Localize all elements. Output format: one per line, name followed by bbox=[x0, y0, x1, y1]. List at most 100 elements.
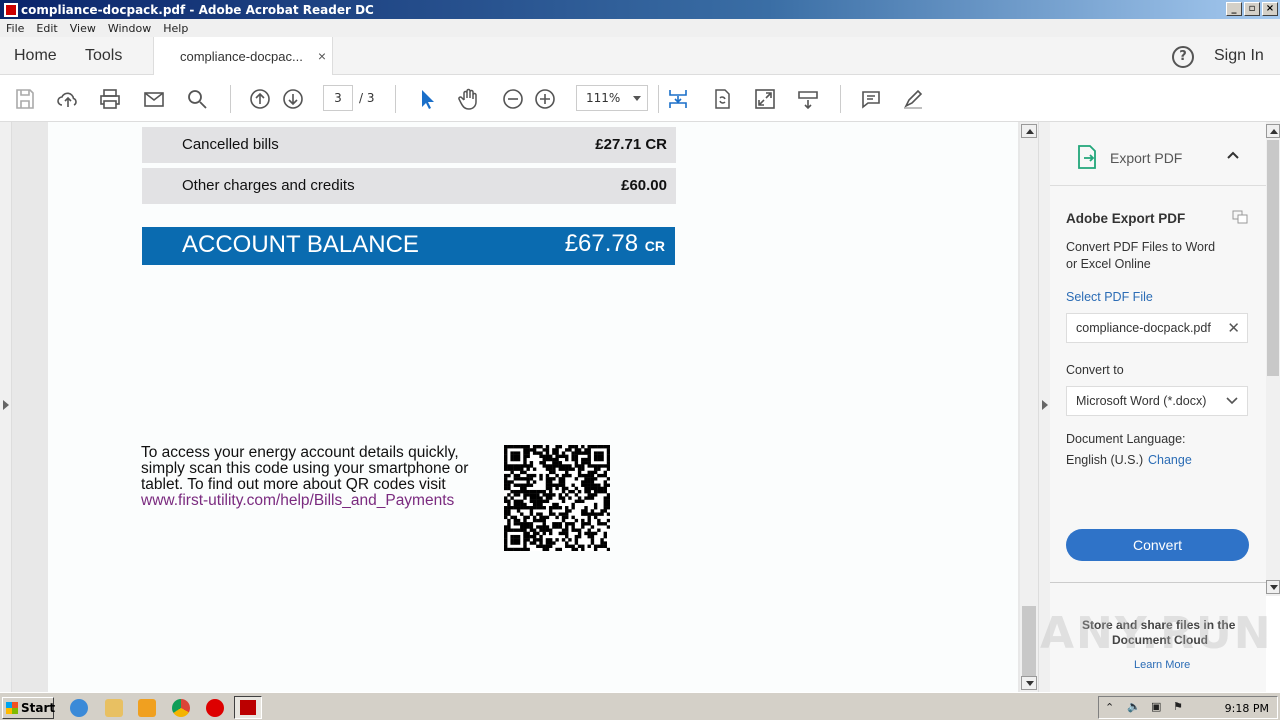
row-label: Other charges and credits bbox=[182, 177, 355, 194]
zoom-in-icon[interactable] bbox=[533, 87, 557, 111]
volume-icon[interactable]: 🔈 bbox=[1127, 700, 1141, 713]
close-button[interactable]: × bbox=[1262, 2, 1278, 16]
document-viewport[interactable]: Cancelled bills £27.71 CR Other charges … bbox=[0, 122, 1020, 692]
zoom-value: 111% bbox=[586, 91, 621, 105]
account-balance-bar: ACCOUNT BALANCE £67.78 CR bbox=[142, 227, 675, 265]
print-icon[interactable] bbox=[98, 87, 122, 111]
comment-icon[interactable] bbox=[859, 87, 883, 111]
opera-icon[interactable] bbox=[206, 699, 224, 717]
chevron-down-icon bbox=[1226, 397, 1238, 405]
export-pdf-panel: Export PDF Adobe Export PDF Convert PDF … bbox=[1050, 122, 1266, 692]
sign-in-link[interactable]: Sign In bbox=[1214, 47, 1264, 65]
remove-file-icon[interactable]: ✕ bbox=[1227, 319, 1240, 337]
menu-bar: File Edit View Window Help bbox=[0, 19, 1280, 37]
hand-tool-icon[interactable] bbox=[457, 87, 481, 111]
panel-scroll-down[interactable] bbox=[1266, 580, 1280, 594]
next-page-icon[interactable] bbox=[281, 87, 305, 111]
panel-scroll-thumb[interactable] bbox=[1267, 140, 1279, 376]
tab-home[interactable]: Home bbox=[14, 47, 57, 65]
panel-scrollbar[interactable] bbox=[1266, 122, 1280, 596]
flag-icon[interactable]: ⚑ bbox=[1173, 700, 1183, 713]
window-title: compliance-docpack.pdf - Adobe Acrobat R… bbox=[21, 2, 374, 17]
help-icon[interactable]: ? bbox=[1172, 46, 1194, 68]
upload-cloud-icon[interactable] bbox=[56, 87, 80, 111]
tab-bar: Home Tools compliance-docpac... × ? Sign… bbox=[0, 37, 1280, 75]
right-panel-toggle[interactable] bbox=[1038, 122, 1050, 692]
export-heading: Adobe Export PDF bbox=[1066, 211, 1186, 226]
acrobat-icon bbox=[240, 700, 256, 715]
tray-expand-icon[interactable]: ⌃ bbox=[1105, 701, 1114, 714]
page-number-input[interactable]: 3 bbox=[323, 85, 353, 111]
change-language-link[interactable]: Change bbox=[1148, 453, 1192, 467]
learn-more-link[interactable]: Learn More bbox=[1134, 659, 1190, 671]
fit-page-icon[interactable] bbox=[666, 87, 690, 111]
row-amount: £27.71 CR bbox=[595, 136, 667, 153]
media-player-icon[interactable] bbox=[138, 699, 156, 717]
folder-icon[interactable] bbox=[105, 699, 123, 717]
panel-title: Export PDF bbox=[1110, 150, 1183, 166]
document-scrollbar[interactable] bbox=[1020, 122, 1038, 692]
expand-left-icon bbox=[3, 400, 9, 410]
format-select[interactable]: Microsoft Word (*.docx) bbox=[1066, 386, 1248, 416]
export-pdf-icon bbox=[1078, 145, 1096, 169]
selected-file-name: compliance-docpack.pdf bbox=[1076, 321, 1211, 335]
row-amount: £60.00 bbox=[621, 177, 667, 194]
email-icon[interactable] bbox=[142, 87, 166, 111]
previous-page-icon[interactable] bbox=[248, 87, 272, 111]
page-total: / 3 bbox=[359, 91, 375, 105]
tab-document-label: compliance-docpac... bbox=[180, 48, 303, 64]
tab-document[interactable]: compliance-docpac... × bbox=[153, 37, 333, 75]
menu-help[interactable]: Help bbox=[157, 22, 194, 35]
menu-window[interactable]: Window bbox=[102, 22, 157, 35]
menu-file[interactable]: File bbox=[0, 22, 30, 35]
panel-scroll-up[interactable] bbox=[1266, 124, 1280, 138]
zoom-select[interactable]: 111% bbox=[576, 85, 648, 111]
close-tab-icon[interactable]: × bbox=[318, 48, 326, 64]
scroll-thumb[interactable] bbox=[1022, 606, 1036, 676]
rotate-page-icon[interactable] bbox=[710, 87, 734, 111]
network-icon[interactable]: ▣ bbox=[1151, 700, 1161, 713]
title-bar: compliance-docpack.pdf - Adobe Acrobat R… bbox=[0, 0, 1280, 19]
scroll-down-button[interactable] bbox=[1021, 676, 1037, 690]
help-link[interactable]: www.first-utility.com/help/Bills_and_Pay… bbox=[141, 493, 501, 509]
panel-header[interactable]: Export PDF bbox=[1050, 122, 1266, 186]
chrome-icon[interactable] bbox=[172, 699, 190, 717]
restore-button[interactable]: ▫ bbox=[1244, 2, 1260, 16]
minimize-button[interactable]: _ bbox=[1226, 2, 1242, 16]
acrobat-taskbar-button[interactable] bbox=[234, 696, 262, 719]
balance-amount: £67.78 CR bbox=[564, 230, 665, 257]
menu-edit[interactable]: Edit bbox=[30, 22, 63, 35]
select-cursor-icon[interactable] bbox=[415, 87, 439, 111]
tab-tools[interactable]: Tools bbox=[85, 47, 122, 65]
copy-icon[interactable] bbox=[1232, 210, 1248, 224]
language-label: Document Language: bbox=[1066, 432, 1186, 446]
language-value: English (U.S.) bbox=[1066, 453, 1144, 467]
statement-row: Cancelled bills £27.71 CR bbox=[142, 127, 676, 163]
save-icon[interactable] bbox=[13, 87, 37, 111]
menu-view[interactable]: View bbox=[64, 22, 102, 35]
chevron-down-icon bbox=[633, 96, 641, 101]
row-label: Cancelled bills bbox=[182, 136, 279, 153]
watermark: ANY.RUN bbox=[1040, 608, 1273, 659]
select-pdf-link[interactable]: Select PDF File bbox=[1066, 290, 1153, 304]
format-value: Microsoft Word (*.docx) bbox=[1076, 394, 1207, 408]
convert-button[interactable]: Convert bbox=[1066, 529, 1249, 561]
qr-code-image bbox=[504, 445, 610, 551]
search-icon[interactable] bbox=[185, 87, 209, 111]
highlight-pen-icon[interactable] bbox=[901, 87, 925, 111]
convert-to-label: Convert to bbox=[1066, 363, 1124, 377]
scroll-up-button[interactable] bbox=[1021, 124, 1037, 138]
clock: 9:18 PM bbox=[1224, 702, 1269, 715]
chevron-up-icon[interactable] bbox=[1226, 150, 1240, 160]
statement-row: Other charges and credits £60.00 bbox=[142, 168, 676, 204]
zoom-out-icon[interactable] bbox=[501, 87, 525, 111]
scrolling-mode-icon[interactable] bbox=[796, 87, 820, 111]
left-panel-toggle[interactable] bbox=[0, 122, 12, 692]
export-description: Convert PDF Files to Word bbox=[1066, 240, 1216, 254]
pdf-page: Cancelled bills £27.71 CR Other charges … bbox=[48, 122, 1018, 692]
export-description: or Excel Online bbox=[1066, 257, 1151, 271]
full-screen-icon[interactable] bbox=[753, 87, 777, 111]
ie-icon[interactable] bbox=[70, 699, 88, 717]
selected-file-field[interactable]: compliance-docpack.pdf ✕ bbox=[1066, 313, 1248, 343]
start-button[interactable]: Start bbox=[2, 697, 55, 719]
